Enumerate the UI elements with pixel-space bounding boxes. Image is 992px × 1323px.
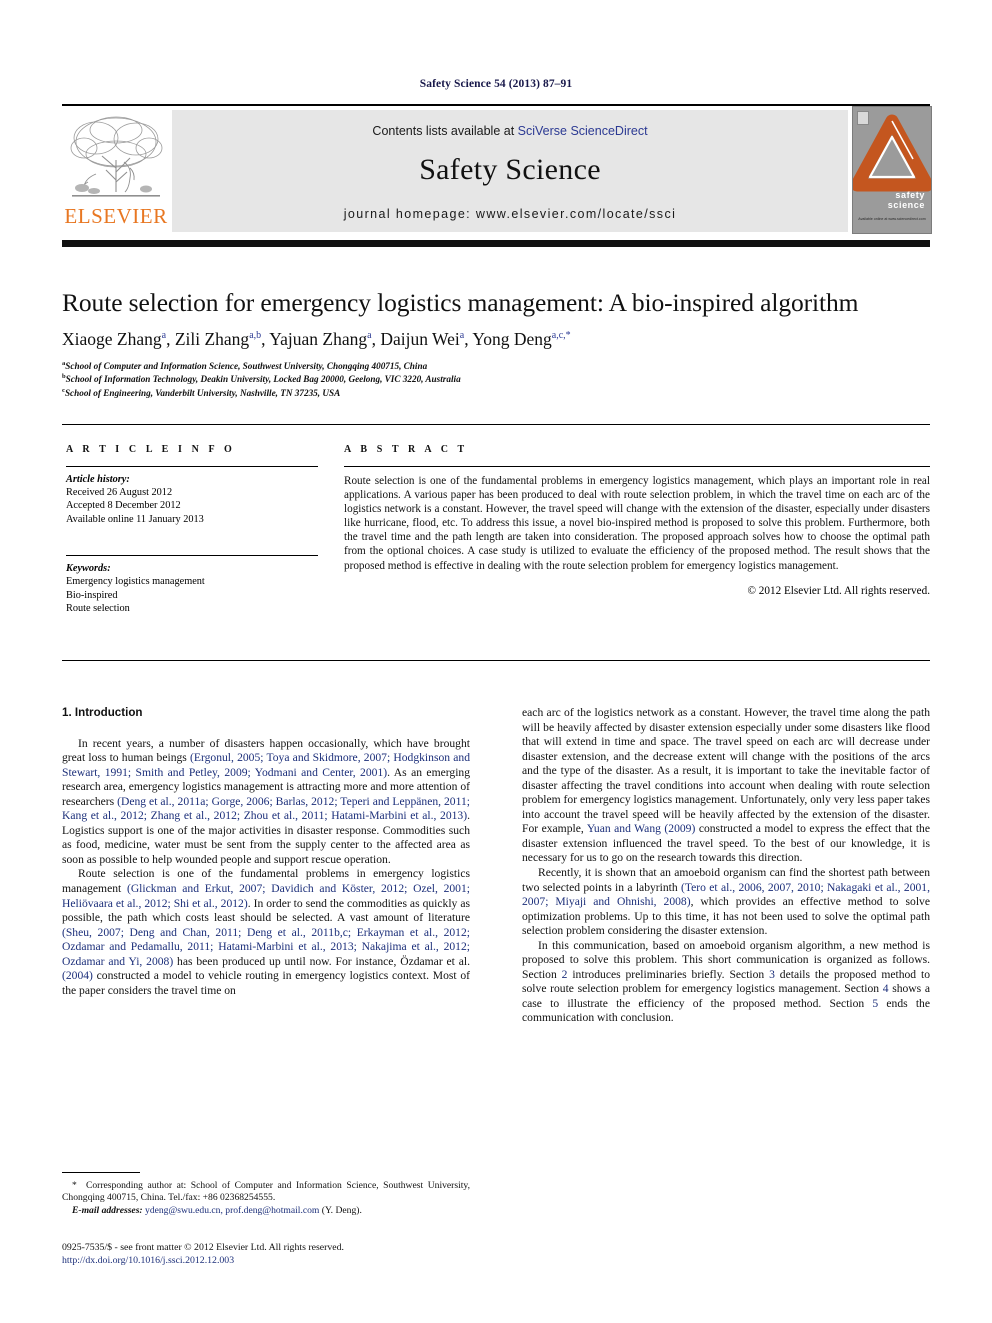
- journal-homepage-link[interactable]: journal homepage: www.elsevier.com/locat…: [172, 207, 848, 221]
- email-note: E-mail addresses: ydeng@swu.edu.cn, prof…: [62, 1205, 470, 1217]
- author-affiliation-marker: a,b: [249, 330, 262, 342]
- body-paragraph: In recent years, a number of disasters h…: [62, 736, 471, 866]
- masthead-top-rule: [62, 104, 930, 106]
- author-affiliation-marker: a,c,*: [551, 330, 571, 342]
- article-info-divider: [66, 466, 318, 467]
- corresponding-author-note: * Corresponding author at: School of Com…: [62, 1180, 470, 1205]
- affiliation-text: School of Computer and Information Scien…: [65, 361, 428, 371]
- author-name: Xiaoge Zhang: [62, 329, 162, 349]
- page-title: Route selection for emergency logistics …: [62, 288, 859, 317]
- cover-elsevier-mark-icon: [857, 111, 869, 125]
- article-history-item: Available online 11 January 2013: [66, 513, 204, 525]
- imprint-block: 0925-7535/$ - see front matter © 2012 El…: [62, 1242, 512, 1267]
- section-heading-introduction: 1. Introduction: [62, 706, 143, 719]
- body-column-left: 1. Introduction In recent years, a numbe…: [62, 706, 470, 1156]
- author-name: Daijun Wei: [380, 329, 460, 349]
- cover-footer-text: Available online at www.sciencedirect.co…: [858, 217, 926, 221]
- cover-title: safety science: [853, 190, 931, 210]
- keywords-divider: [66, 555, 318, 557]
- abstract-divider: [344, 466, 930, 467]
- journal-title: Safety Science: [419, 153, 601, 186]
- body-column-right: each arc of the logistics network as a c…: [522, 706, 930, 1026]
- abstract-column: A B S T R A C T Route selection is one o…: [344, 444, 930, 597]
- cover-title-line2: science: [887, 199, 925, 210]
- journal-cover-thumbnail: safety science Available online at www.s…: [852, 106, 932, 234]
- footnote-block: * Corresponding author at: School of Com…: [62, 1180, 470, 1217]
- journal-masthead: ELSEVIER Contents lists available at Sci…: [62, 104, 932, 247]
- affiliation-item: aSchool of Computer and Information Scie…: [62, 360, 662, 373]
- author-entry: Yong Denga,c,*: [472, 329, 570, 349]
- abstract-text: Route selection is one of the fundamenta…: [344, 475, 930, 572]
- article-history-item: Received 26 August 2012: [66, 487, 173, 498]
- author-entry: Zili Zhanga,b,: [175, 329, 269, 349]
- abstract-copyright: © 2012 Elsevier Ltd. All rights reserved…: [747, 584, 931, 597]
- doi-link[interactable]: http://dx.doi.org/10.1016/j.ssci.2012.12…: [62, 1255, 512, 1268]
- keyword-item: Emergency logistics management: [66, 576, 205, 588]
- journal-banner: Contents lists available at SciVerse Sci…: [172, 110, 848, 232]
- article-info-heading: A R T I C L E I N F O: [66, 444, 236, 455]
- author-name: Zili Zhang: [174, 329, 250, 349]
- article-info-column: A R T I C L E I N F O Article history: R…: [66, 444, 318, 615]
- author-name: Yong Deng: [472, 329, 552, 349]
- elsevier-tree-icon: [70, 116, 163, 197]
- author-name: Yajuan Zhang: [269, 329, 368, 349]
- running-head: Safety Science 54 (2013) 87–91: [419, 78, 573, 90]
- author-entry: Daijun Weia,: [380, 329, 472, 349]
- footnote-rule: [62, 1172, 140, 1173]
- journal-article-page: Safety Science 54 (2013) 87–91 ELSEVIER …: [0, 0, 992, 1323]
- corresponding-marker: *: [72, 1180, 77, 1191]
- safety-science-cover-art-icon: [853, 107, 931, 233]
- email-label: E-mail addresses:: [72, 1204, 143, 1216]
- affiliation-item: bSchool of Information Technology, Deaki…: [62, 373, 662, 386]
- article-history-item: Accepted 8 December 2012: [66, 500, 181, 512]
- body-paragraph: Recently, it is shown that an amoeboid o…: [522, 866, 930, 938]
- body-paragraph: Route selection is one of the fundamenta…: [62, 867, 470, 997]
- elsevier-wordmark: ELSEVIER: [64, 204, 168, 228]
- article-history-label: Article history:: [66, 474, 130, 485]
- panel-bottom-rule: [62, 660, 930, 661]
- masthead-bottom-rule: [62, 240, 930, 247]
- email-addresses[interactable]: ydeng@swu.edu.cn, prof.deng@hotmail.com: [145, 1205, 319, 1216]
- author-entry: Yajuan Zhanga,: [269, 329, 380, 349]
- affiliation-item: cSchool of Engineering, Vanderbilt Unive…: [62, 387, 662, 400]
- panel-top-rule: [62, 424, 930, 425]
- abstract-heading: A B S T R A C T: [344, 444, 468, 455]
- elsevier-logo: ELSEVIER: [62, 110, 170, 232]
- body-paragraph: each arc of the logistics network as a c…: [522, 706, 930, 865]
- keyword-item: Route selection: [66, 603, 130, 615]
- email-owner: (Y. Deng).: [321, 1204, 362, 1216]
- affiliation-text: School of Engineering, Vanderbilt Univer…: [64, 387, 341, 398]
- body-paragraph: In this communication, based on amoeboid…: [522, 938, 930, 1025]
- affiliation-list: aSchool of Computer and Information Scie…: [62, 360, 662, 400]
- author-entry: Xiaoge Zhanga,: [62, 329, 175, 349]
- contents-list-line: Contents lists available at SciVerse Sci…: [172, 124, 848, 138]
- issn-line: 0925-7535/$ - see front matter © 2012 El…: [62, 1242, 344, 1253]
- author-list: Xiaoge Zhanga, Zili Zhanga,b, Yajuan Zha…: [62, 328, 932, 350]
- corresponding-author-text: Corresponding author at: School of Compu…: [62, 1180, 471, 1204]
- affiliation-text: School of Information Technology, Deakin…: [65, 374, 461, 385]
- sciencedirect-link[interactable]: SciVerse ScienceDirect: [518, 124, 648, 138]
- keywords-label: Keywords:: [66, 563, 111, 575]
- keyword-item: Bio-inspired: [66, 589, 118, 601]
- author-separator: ,: [166, 329, 175, 349]
- contents-prefix: Contents lists available at: [372, 124, 518, 138]
